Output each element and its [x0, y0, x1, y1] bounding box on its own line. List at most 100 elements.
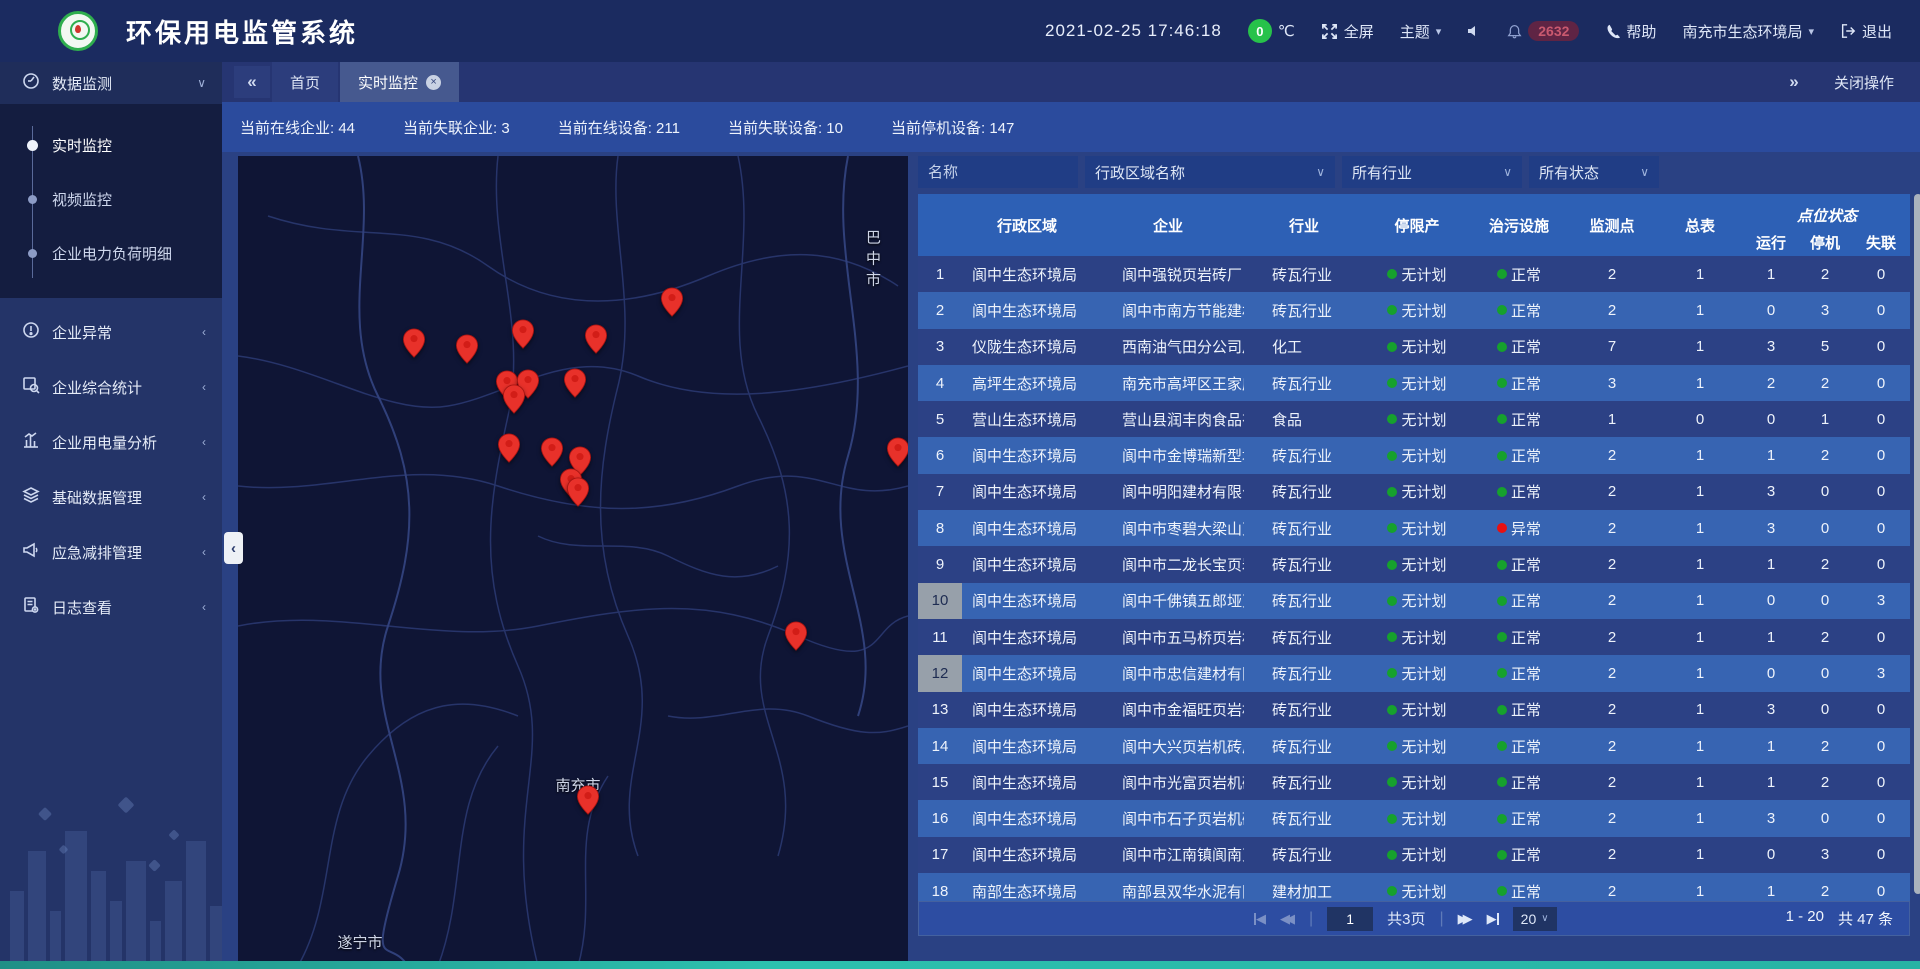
cell-industry: 食品: [1244, 401, 1364, 437]
map-pin-3[interactable]: [585, 324, 608, 359]
cell-points: 2: [1568, 619, 1656, 655]
table-row[interactable]: 6阆中生态环境局阆中市金博瑞新型墙材砖瓦行业无计划正常21120: [918, 437, 1910, 473]
map-pin-4[interactable]: [661, 287, 684, 322]
table-row[interactable]: 8阆中生态环境局阆中市枣碧大梁山页岩砖瓦行业无计划异常21300: [918, 510, 1910, 546]
help-button[interactable]: 帮助: [1605, 21, 1656, 42]
page-number-input[interactable]: [1327, 907, 1373, 931]
table-row[interactable]: 1阆中生态环境局阆中强锐页岩砖厂砖瓦行业无计划正常21120: [918, 256, 1910, 292]
status-filter-select[interactable]: 所有状态∨: [1529, 156, 1659, 188]
cell-offline: 0: [1852, 728, 1910, 764]
page-size-select[interactable]: 20∨: [1513, 907, 1557, 931]
prev-page-button[interactable]: ◀◀: [1280, 911, 1290, 927]
sidebar-item-企业电力负荷明细[interactable]: 企业电力负荷明细: [0, 226, 222, 280]
map-pin-2[interactable]: [512, 319, 535, 354]
sidebar-item-企业异常[interactable]: 企业异常‹: [0, 311, 222, 353]
table-row[interactable]: 15阆中生态环境局阆中市光富页岩机砖厂砖瓦行业无计划正常21120: [918, 764, 1910, 800]
sidebar-item-应急减排管理[interactable]: 应急减排管理‹: [0, 531, 222, 573]
sidebar-item-企业综合统计[interactable]: 企业综合统计‹: [0, 366, 222, 408]
mute-button[interactable]: [1467, 24, 1481, 38]
industry-filter-select[interactable]: 所有行业∨: [1342, 156, 1522, 188]
sidebar-item-日志查看[interactable]: 日志查看 ‹: [0, 586, 222, 628]
last-page-button[interactable]: ▶: [1487, 911, 1499, 927]
table-row[interactable]: 12阆中生态环境局阆中市忠信建材有限公砖瓦行业无计划正常21003: [918, 655, 1910, 691]
user-org-dropdown[interactable]: 南充市生态环境局▾: [1682, 21, 1814, 42]
sidebar-item-label: 日志查看: [52, 597, 190, 618]
cell-facility-status: 正常: [1470, 800, 1568, 836]
tabs-scroll-left-button[interactable]: «: [234, 66, 270, 98]
map-pin-9[interactable]: [498, 433, 521, 468]
tab-实时监控[interactable]: 实时监控×: [340, 62, 459, 102]
cell-company: 阆中市江南镇阆南页岩: [1092, 837, 1244, 873]
table-row[interactable]: 17阆中生态环境局阆中市江南镇阆南页岩砖瓦行业无计划正常21030: [918, 837, 1910, 873]
table-row[interactable]: 9阆中生态环境局阆中市二龙长宝页岩砖砖瓦行业无计划正常21120: [918, 546, 1910, 582]
logout-button[interactable]: 退出: [1840, 21, 1892, 42]
table-row[interactable]: 2阆中生态环境局阆中市南方节能建材有砖瓦行业无计划正常21030: [918, 292, 1910, 328]
tabs-scroll-right-button[interactable]: »: [1776, 66, 1812, 98]
map-pin-0[interactable]: [403, 328, 426, 363]
stat-item-1: 当前失联企业: 3: [403, 117, 510, 138]
map-pin-10[interactable]: [541, 437, 564, 472]
next-page-button[interactable]: ▶▶: [1458, 911, 1468, 927]
map-pin-7[interactable]: [503, 384, 526, 419]
sidebar-item-数据监测[interactable]: 数据监测∨: [0, 62, 222, 104]
tab-首页[interactable]: 首页: [272, 62, 338, 102]
map-pin-15[interactable]: [785, 621, 808, 656]
map-pin-14[interactable]: [887, 437, 909, 472]
table-row[interactable]: 3仪陇生态环境局西南油气田分公司川中化工无计划正常71350: [918, 329, 1910, 365]
theme-dropdown[interactable]: 主题▾: [1400, 21, 1442, 42]
cell-company: 阆中市光富页岩机砖厂: [1092, 764, 1244, 800]
map-pin-13[interactable]: [567, 477, 590, 512]
cell-region: 阆中生态环境局: [962, 837, 1092, 873]
chevron-left-icon: ‹: [202, 380, 206, 394]
name-filter-input[interactable]: [918, 156, 1078, 188]
table-row[interactable]: 5营山生态环境局营山县润丰肉食品有限食品无计划正常10010: [918, 401, 1910, 437]
butterfly-decoration: [168, 829, 179, 840]
logout-icon: [1840, 23, 1856, 39]
table-row[interactable]: 4高坪生态环境局南充市高坪区王家店建砖瓦行业无计划正常31220: [918, 365, 1910, 401]
cell-points: 7: [1568, 329, 1656, 365]
cell-company: 南部县双华水泥有限公: [1092, 873, 1244, 901]
cell-running: 1: [1744, 256, 1798, 292]
table-row[interactable]: 11阆中生态环境局阆中市五马桥页岩机砖砖瓦行业无计划正常21120: [918, 619, 1910, 655]
bullet-icon: [27, 140, 38, 151]
close-operations-button[interactable]: 关闭操作: [1834, 72, 1894, 93]
fullscreen-button[interactable]: 全屏: [1321, 21, 1374, 42]
sidebar-item-实时监控[interactable]: 实时监控: [0, 118, 222, 172]
status-label: 无计划: [1401, 518, 1446, 539]
cell-running: 3: [1744, 510, 1798, 546]
tab-label: 首页: [290, 72, 320, 93]
cell-region: 营山生态环境局: [962, 401, 1092, 437]
sidebar-collapse-handle[interactable]: ‹: [224, 532, 243, 564]
app-header: 环保用电监管系统 2021-02-25 17:46:18 0 ℃ 全屏 主题▾ …: [0, 0, 1920, 62]
cell-stopped: 0: [1798, 474, 1852, 510]
chevron-left-icon: ‹: [202, 600, 206, 614]
table-row[interactable]: 14阆中生态环境局阆中大兴页岩机砖厂砖瓦行业无计划正常21120: [918, 728, 1910, 764]
map-pin-1[interactable]: [456, 334, 479, 369]
bell-icon: [1507, 24, 1522, 39]
cell-stopped: 0: [1798, 655, 1852, 691]
sidebar-item-企业用电量分析[interactable]: 企业用电量分析‹: [0, 421, 222, 463]
cell-facility-status: 正常: [1470, 655, 1568, 691]
sidebar-item-视频监控[interactable]: 视频监控: [0, 172, 222, 226]
map[interactable]: 巴中市南充市遂宁市: [238, 156, 908, 966]
table-row[interactable]: 18南部生态环境局南部县双华水泥有限公建材加工无计划正常21120: [918, 873, 1910, 901]
table-row[interactable]: 7阆中生态环境局阆中明阳建材有限公司砖瓦行业无计划正常21300: [918, 474, 1910, 510]
table-row[interactable]: 10阆中生态环境局阆中千佛镇五郎垭页岩砖瓦行业无计划正常21003: [918, 583, 1910, 619]
table-scrollbar[interactable]: [1914, 194, 1920, 894]
sidebar-item-基础数据管理[interactable]: 基础数据管理‹: [0, 476, 222, 518]
cell-meters: 1: [1656, 692, 1744, 728]
notifications-button[interactable]: 2632: [1507, 21, 1579, 41]
status-dot: [1497, 886, 1507, 896]
map-pin-16[interactable]: [577, 785, 600, 820]
skyline-decoration: [0, 791, 222, 961]
region-filter-select[interactable]: 行政区域名称∨: [1085, 156, 1335, 188]
sidebar-item-label: 企业用电量分析: [52, 432, 190, 453]
status-label: 无计划: [1401, 264, 1446, 285]
table-row[interactable]: 13阆中生态环境局阆中市金福旺页岩机砖砖瓦行业无计划正常21300: [918, 692, 1910, 728]
close-icon[interactable]: ×: [426, 75, 441, 90]
map-pin-8[interactable]: [564, 368, 587, 403]
cell-offline: 0: [1852, 837, 1910, 873]
cell-meters: 1: [1656, 474, 1744, 510]
first-page-button[interactable]: ◀: [1254, 911, 1266, 927]
table-row[interactable]: 16阆中生态环境局阆中市石子页岩机砖厂砖瓦行业无计划正常21300: [918, 800, 1910, 836]
